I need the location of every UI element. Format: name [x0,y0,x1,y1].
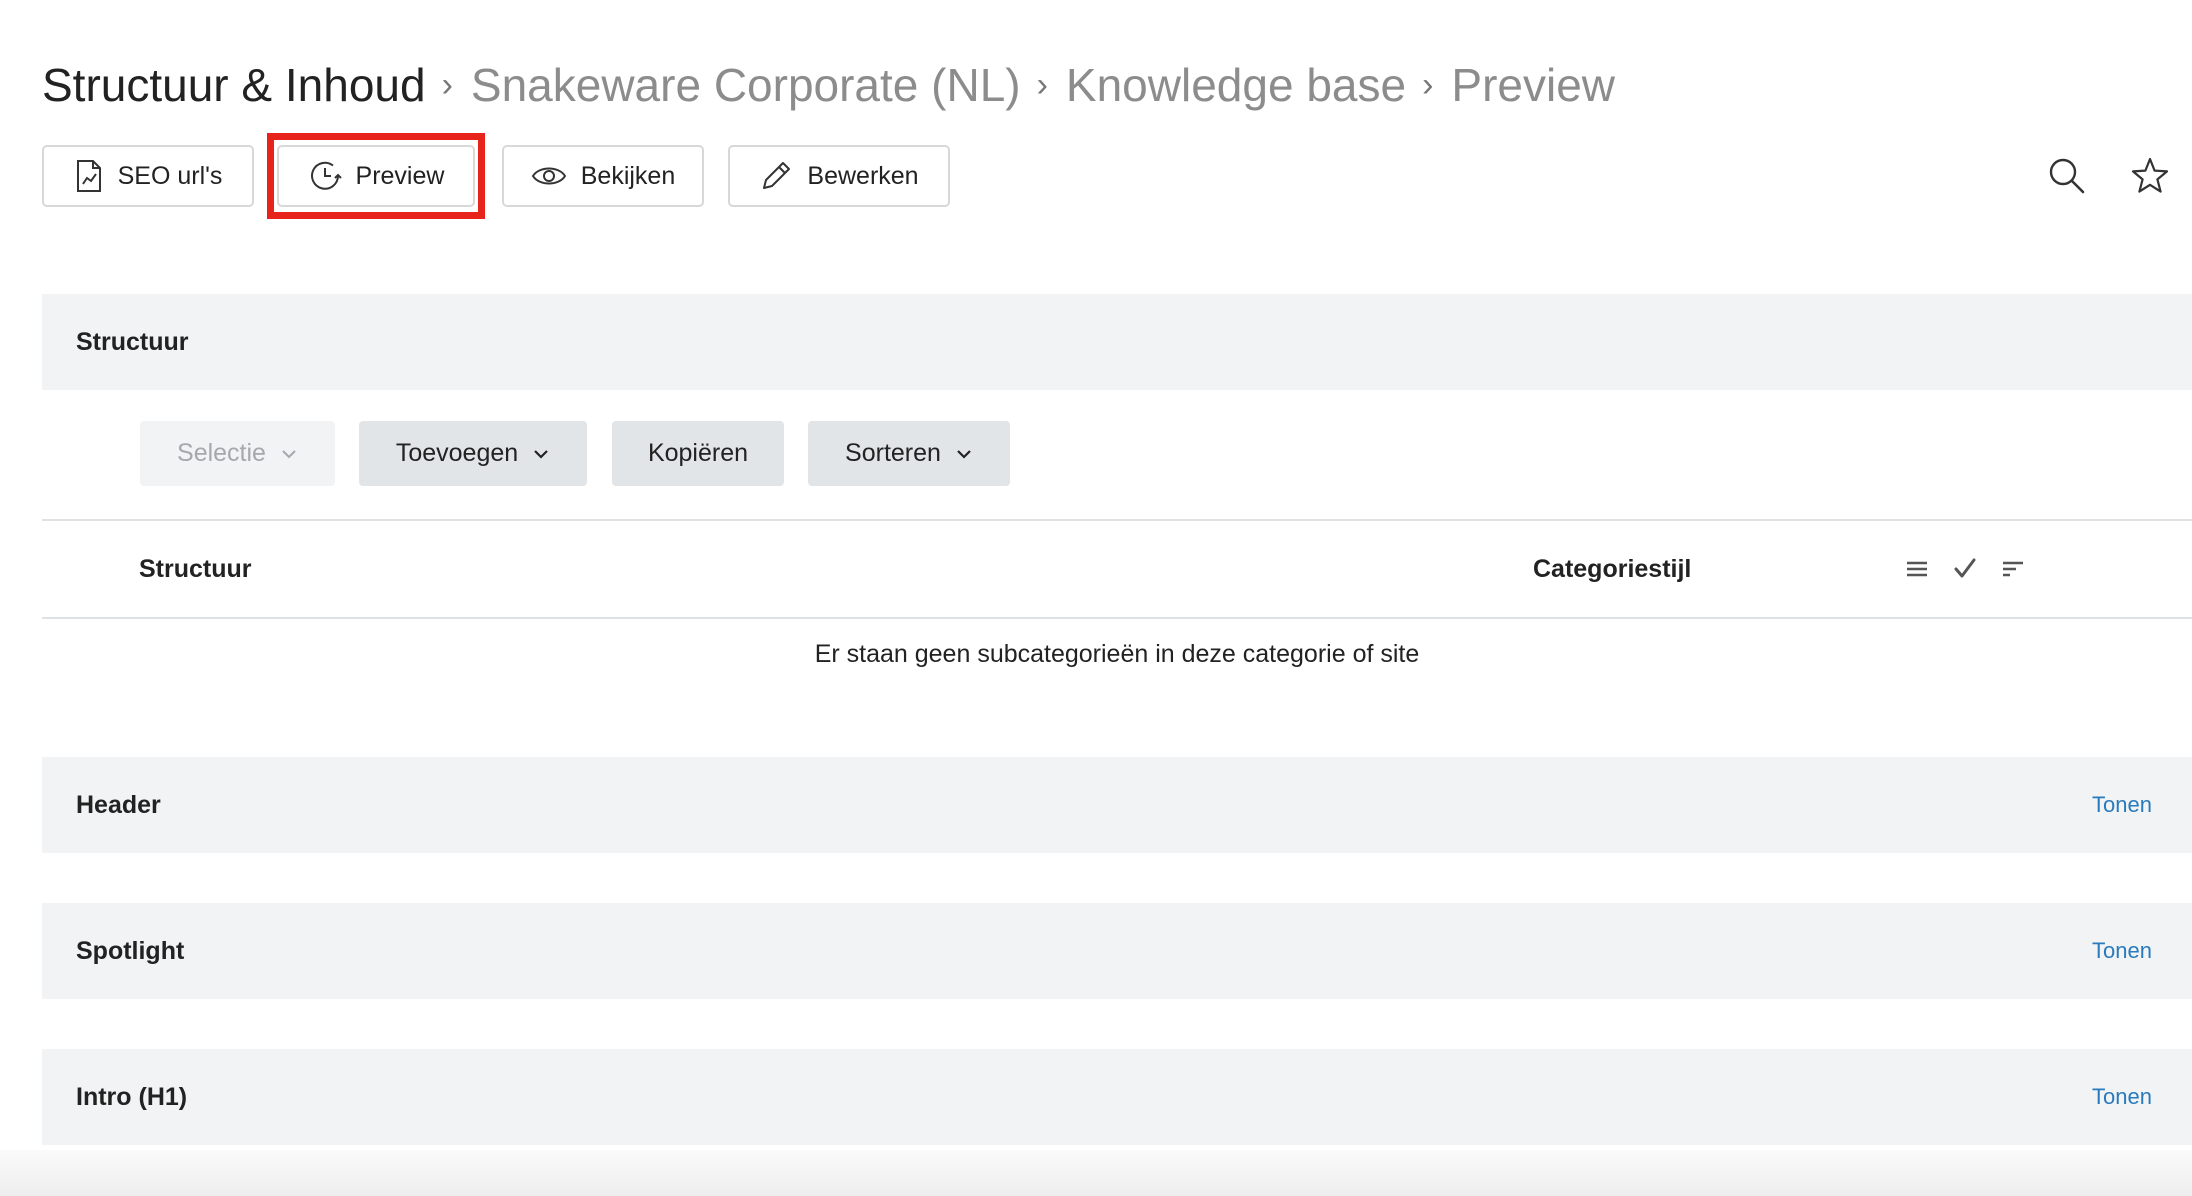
breadcrumb-separator: › [1422,65,1434,104]
edit-button[interactable]: Bewerken [728,145,950,207]
breadcrumb-root[interactable]: Structuur & Inhoud [42,58,426,112]
clock-history-icon [308,159,342,193]
empty-message: Er staan geen subcategorieën in deze cat… [814,640,1420,668]
copy-label: Kopiëren [647,439,749,467]
selection-dropdown[interactable]: Selectie [140,421,335,486]
breadcrumb: Structuur & Inhoud › Snakeware Corporate… [42,50,1615,120]
edit-label: Bewerken [807,161,919,190]
pencil-icon [759,159,793,193]
section-intro: Intro (H1) Tonen [42,1049,2192,1145]
divider [42,617,2192,619]
show-link[interactable]: Tonen [2092,903,2152,999]
seo-urls-button[interactable]: SEO url's [42,145,254,207]
chevron-down-icon [955,448,973,460]
bottom-shadow [0,1150,2192,1196]
breadcrumb-item-knowledge-base[interactable]: Knowledge base [1066,58,1406,112]
section-spotlight: Spotlight Tonen [42,903,2192,999]
selection-label: Selectie [177,439,266,467]
copy-button[interactable]: Kopiëren [612,421,784,486]
list-icon[interactable] [1903,555,1931,583]
section-title: Spotlight [76,937,185,965]
view-button[interactable]: Bekijken [502,145,704,207]
sort-lines-icon[interactable] [1999,555,2027,583]
preview-label: Preview [355,161,445,190]
show-link[interactable]: Tonen [2092,1049,2152,1145]
checkmark-icon[interactable] [1951,555,1979,583]
preview-button[interactable]: Preview [277,145,475,207]
breadcrumb-item-current: Preview [1451,59,1616,111]
seo-urls-label: SEO url's [117,161,223,190]
structure-panel-header: Structuur [42,294,2192,390]
section-header: Header Tonen [42,757,2192,853]
add-dropdown[interactable]: Toevoegen [359,421,587,486]
breadcrumb-separator: › [441,65,453,104]
view-label: Bekijken [580,161,676,190]
sort-dropdown[interactable]: Sorteren [808,421,1010,486]
add-label: Toevoegen [395,439,519,467]
chevron-down-icon [280,448,298,460]
column-header-structure[interactable]: Structuur [139,540,252,598]
show-link[interactable]: Tonen [2092,757,2152,853]
chevron-down-icon [532,448,550,460]
document-chart-icon [74,159,104,193]
breadcrumb-separator: › [1036,65,1048,104]
structure-panel-title: Structuur [76,328,189,356]
sort-label: Sorteren [845,439,941,467]
column-header-category-style[interactable]: Categoriestijl [1533,540,1691,598]
eye-icon [531,163,567,189]
divider [42,519,2192,521]
section-title: Header [76,791,161,819]
search-icon[interactable] [2047,156,2087,196]
section-title: Intro (H1) [76,1083,188,1111]
star-icon[interactable] [2130,156,2170,196]
breadcrumb-item-site[interactable]: Snakeware Corporate (NL) [471,58,1021,112]
